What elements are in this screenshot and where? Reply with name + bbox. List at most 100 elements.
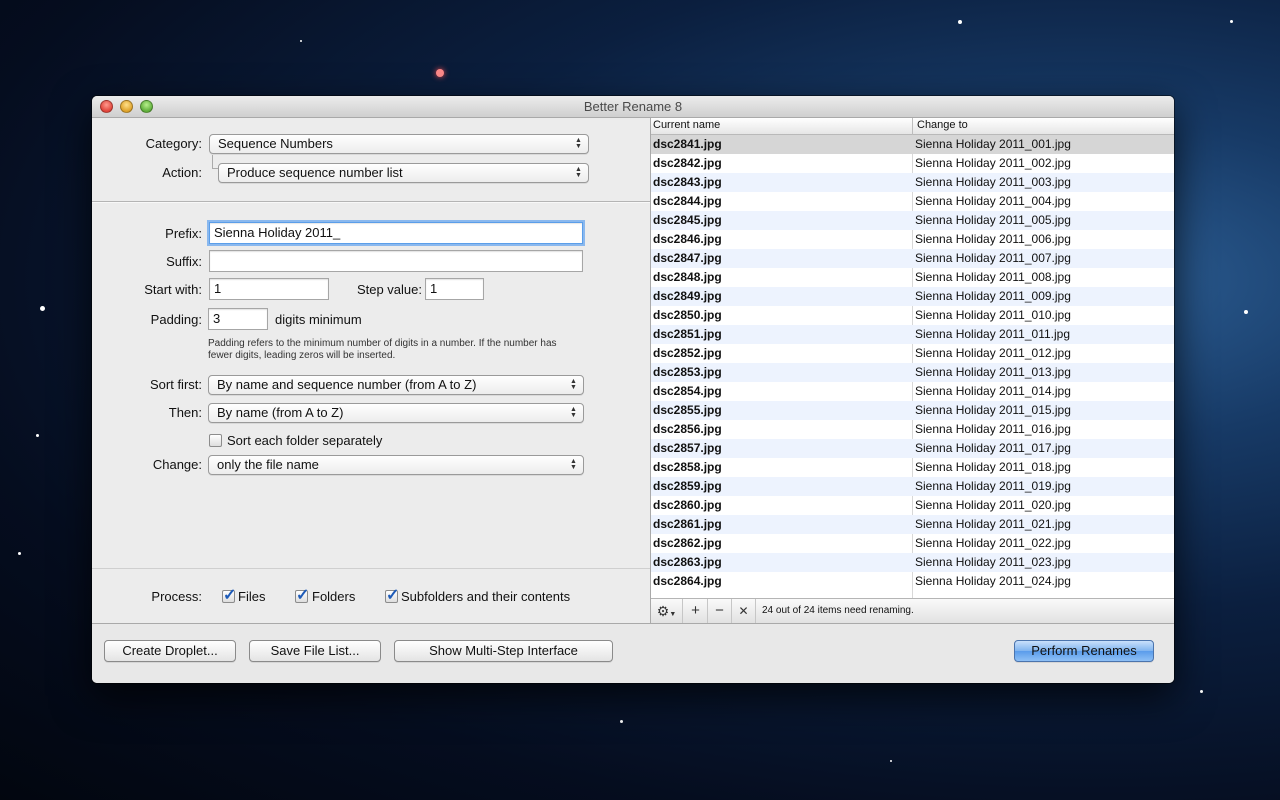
start-with-label: Start with: <box>144 282 202 297</box>
change-to-cell: Sienna Holiday 2011_022.jpg <box>915 536 1071 550</box>
files-checkbox[interactable]: ✓ <box>222 587 236 604</box>
files-label[interactable]: Files <box>238 588 265 606</box>
folders-checkbox[interactable]: ✓ <box>295 587 309 604</box>
table-row[interactable]: dsc2858.jpg Sienna Holiday 2011_018.jpg <box>651 458 1174 477</box>
popup-arrows-icon: ▲ ▼ <box>570 458 577 471</box>
popup-arrows-icon: ▲ ▼ <box>570 378 577 391</box>
title-bar[interactable]: Better Rename 8 <box>92 96 1174 118</box>
table-row[interactable]: dsc2850.jpg Sienna Holiday 2011_010.jpg <box>651 306 1174 325</box>
table-header: Current name Change to <box>651 118 1174 135</box>
current-name-cell: dsc2855.jpg <box>653 403 722 417</box>
step-value-value: 1 <box>430 281 438 296</box>
then-popup[interactable]: By name (from A to Z) ▲ ▼ <box>208 403 584 423</box>
table-row[interactable]: dsc2851.jpg Sienna Holiday 2011_011.jpg <box>651 325 1174 344</box>
star <box>1244 310 1248 314</box>
column-change-to[interactable]: Change to <box>917 119 968 131</box>
change-to-cell: Sienna Holiday 2011_023.jpg <box>915 555 1071 569</box>
file-list[interactable]: dsc2841.jpg Sienna Holiday 2011_001.jpg ds… <box>651 135 1174 598</box>
sort-first-popup[interactable]: By name and sequence number (from A to Z… <box>208 375 584 395</box>
current-name-cell: dsc2853.jpg <box>653 365 722 379</box>
remove-file-button[interactable]: − <box>708 599 732 623</box>
table-row[interactable]: dsc2855.jpg Sienna Holiday 2011_015.jpg <box>651 401 1174 420</box>
sort-each-folder-label[interactable]: Sort each folder separately <box>227 432 382 450</box>
perform-renames-button[interactable]: Perform Renames <box>1014 640 1154 662</box>
table-row[interactable]: dsc2853.jpg Sienna Holiday 2011_013.jpg <box>651 363 1174 382</box>
current-name-cell: dsc2847.jpg <box>653 251 722 265</box>
gear-menu-button[interactable]: ⚙▼ <box>651 599 683 623</box>
table-row[interactable]: dsc2861.jpg Sienna Holiday 2011_021.jpg <box>651 515 1174 534</box>
star <box>890 760 892 762</box>
zoom-window-icon[interactable] <box>140 100 153 113</box>
popup-arrows-icon: ▲ ▼ <box>575 137 582 150</box>
table-row[interactable]: dsc2842.jpg Sienna Holiday 2011_002.jpg <box>651 154 1174 173</box>
suffix-field[interactable] <box>209 250 583 272</box>
main-window: Better Rename 8 Category: Sequence Numbe… <box>92 96 1174 683</box>
change-to-cell: Sienna Holiday 2011_005.jpg <box>915 213 1071 227</box>
table-row[interactable]: dsc2864.jpg Sienna Holiday 2011_024.jpg <box>651 572 1174 591</box>
window-title: Better Rename 8 <box>583 99 683 114</box>
close-window-icon[interactable] <box>100 100 113 113</box>
table-row[interactable]: dsc2848.jpg Sienna Holiday 2011_008.jpg <box>651 268 1174 287</box>
star <box>620 720 623 723</box>
current-name-cell: dsc2849.jpg <box>653 289 722 303</box>
divider <box>92 202 650 203</box>
save-file-list-button[interactable]: Save File List... <box>249 640 381 662</box>
prefix-label: Prefix: <box>165 226 202 241</box>
step-value-field[interactable]: 1 <box>425 278 484 300</box>
change-to-cell: Sienna Holiday 2011_018.jpg <box>915 460 1071 474</box>
current-name-cell: dsc2850.jpg <box>653 308 722 322</box>
table-row[interactable]: dsc2844.jpg Sienna Holiday 2011_004.jpg <box>651 192 1174 211</box>
current-name-cell: dsc2842.jpg <box>653 156 722 170</box>
add-file-button[interactable]: + <box>684 599 708 623</box>
checkmark-icon: ✓ <box>296 587 310 604</box>
file-list-pane: Current name Change to dsc2841.jpg Sienna… <box>650 118 1174 623</box>
sort-each-folder-checkbox[interactable] <box>209 434 222 447</box>
padding-value: 3 <box>213 311 221 326</box>
start-with-field[interactable]: 1 <box>209 278 329 300</box>
clear-list-button[interactable]: ✕ <box>732 599 756 623</box>
category-popup[interactable]: Sequence Numbers ▲ ▼ <box>209 134 589 154</box>
column-current-name[interactable]: Current name <box>653 119 720 131</box>
minimize-window-icon[interactable] <box>120 100 133 113</box>
table-row[interactable]: dsc2846.jpg Sienna Holiday 2011_006.jpg <box>651 230 1174 249</box>
change-to-cell: Sienna Holiday 2011_003.jpg <box>915 175 1071 189</box>
folders-label[interactable]: Folders <box>312 588 355 606</box>
current-name-cell: dsc2862.jpg <box>653 536 722 550</box>
subfolders-checkbox[interactable]: ✓ <box>385 587 399 604</box>
current-name-cell: dsc2851.jpg <box>653 327 722 341</box>
change-to-cell: Sienna Holiday 2011_024.jpg <box>915 574 1071 588</box>
checkmark-icon: ✓ <box>223 587 237 604</box>
table-row[interactable]: dsc2843.jpg Sienna Holiday 2011_003.jpg <box>651 173 1174 192</box>
action-popup[interactable]: Produce sequence number list ▲ ▼ <box>218 163 589 183</box>
change-to-cell: Sienna Holiday 2011_017.jpg <box>915 441 1071 455</box>
current-name-cell: dsc2854.jpg <box>653 384 722 398</box>
table-row[interactable]: dsc2847.jpg Sienna Holiday 2011_007.jpg <box>651 249 1174 268</box>
subfolders-label[interactable]: Subfolders and their contents <box>401 588 570 606</box>
table-row[interactable]: dsc2852.jpg Sienna Holiday 2011_012.jpg <box>651 344 1174 363</box>
table-row[interactable]: dsc2845.jpg Sienna Holiday 2011_005.jpg <box>651 211 1174 230</box>
then-label: Then: <box>168 405 202 420</box>
step-value-label: Step value: <box>356 282 422 297</box>
padding-field[interactable]: 3 <box>208 308 268 330</box>
create-droplet-button[interactable]: Create Droplet... <box>104 640 236 662</box>
table-row[interactable]: dsc2854.jpg Sienna Holiday 2011_014.jpg <box>651 382 1174 401</box>
change-to-cell: Sienna Holiday 2011_002.jpg <box>915 156 1071 170</box>
table-row[interactable]: dsc2860.jpg Sienna Holiday 2011_020.jpg <box>651 496 1174 515</box>
change-to-cell: Sienna Holiday 2011_007.jpg <box>915 251 1071 265</box>
prefix-field[interactable]: Sienna Holiday 2011_ <box>209 222 583 244</box>
checkmark-icon: ✓ <box>386 587 400 604</box>
category-value: Sequence Numbers <box>218 136 333 151</box>
multi-step-interface-button[interactable]: Show Multi-Step Interface <box>394 640 613 662</box>
change-to-cell: Sienna Holiday 2011_012.jpg <box>915 346 1071 360</box>
table-row[interactable]: dsc2859.jpg Sienna Holiday 2011_019.jpg <box>651 477 1174 496</box>
column-divider[interactable] <box>912 118 913 135</box>
table-row[interactable]: dsc2841.jpg Sienna Holiday 2011_001.jpg <box>651 135 1174 154</box>
table-row[interactable]: dsc2857.jpg Sienna Holiday 2011_017.jpg <box>651 439 1174 458</box>
table-row[interactable]: dsc2849.jpg Sienna Holiday 2011_009.jpg <box>651 287 1174 306</box>
table-row[interactable]: dsc2856.jpg Sienna Holiday 2011_016.jpg <box>651 420 1174 439</box>
sort-first-label: Sort first: <box>149 377 202 392</box>
change-popup[interactable]: only the file name ▲ ▼ <box>208 455 584 475</box>
table-row[interactable]: dsc2862.jpg Sienna Holiday 2011_022.jpg <box>651 534 1174 553</box>
table-row[interactable]: dsc2863.jpg Sienna Holiday 2011_023.jpg <box>651 553 1174 572</box>
current-name-cell: dsc2841.jpg <box>653 137 722 151</box>
